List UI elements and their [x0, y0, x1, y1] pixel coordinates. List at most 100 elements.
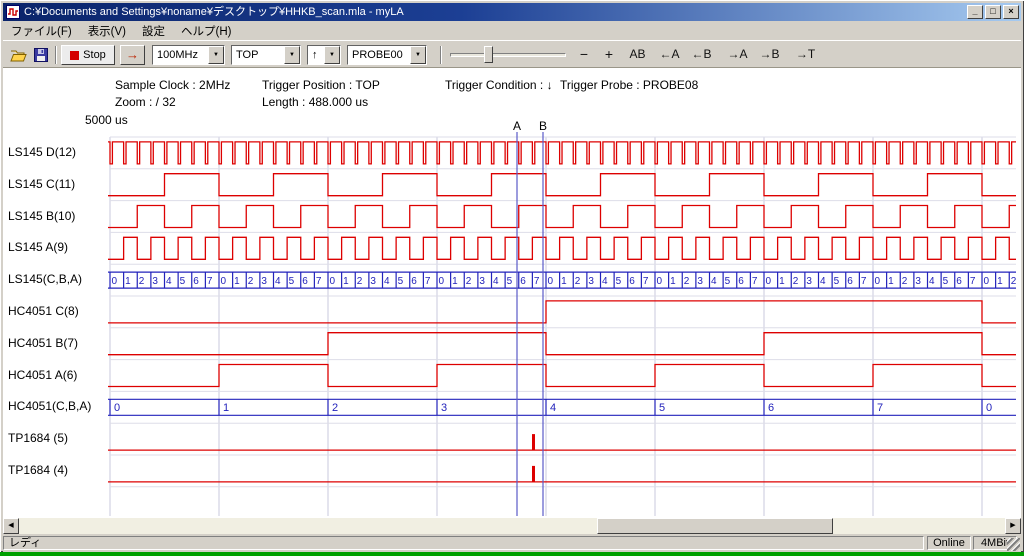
svg-text:2: 2	[575, 276, 581, 287]
svg-text:0: 0	[984, 276, 990, 287]
svg-text:3: 3	[441, 402, 447, 414]
goto-b-left-button[interactable]: ←B	[687, 45, 716, 65]
horizontal-scrollbar[interactable]: ◀ ▶	[3, 518, 1021, 534]
ab-cursor-button[interactable]: AB	[624, 45, 651, 65]
svg-text:5: 5	[616, 276, 622, 287]
status-ready-text: レディ	[3, 536, 924, 550]
minimize-button[interactable]: _	[967, 5, 983, 19]
menu-settings[interactable]: 設定	[134, 21, 173, 41]
svg-text:5: 5	[659, 402, 665, 414]
svg-text:4: 4	[550, 402, 556, 414]
svg-text:4: 4	[384, 276, 390, 287]
goto-b-right-button[interactable]: →B	[755, 45, 784, 65]
scrollbar-thumb[interactable]	[597, 518, 833, 534]
dropdown-arrow-icon[interactable]: ▼	[324, 46, 340, 64]
svg-text:2: 2	[793, 276, 799, 287]
zoom-slider-thumb[interactable]	[484, 46, 493, 63]
svg-text:0: 0	[986, 402, 992, 414]
svg-text:4: 4	[275, 276, 281, 287]
zoom-in-button[interactable]: +	[598, 45, 620, 65]
goto-a-left-button[interactable]: ←A	[655, 45, 684, 65]
svg-text:4: 4	[929, 276, 935, 287]
svg-text:2: 2	[248, 276, 254, 287]
svg-text:6: 6	[302, 276, 308, 287]
save-file-button[interactable]	[30, 44, 52, 66]
svg-text:0: 0	[657, 276, 663, 287]
menu-help[interactable]: ヘルプ(H)	[173, 21, 239, 41]
svg-text:7: 7	[970, 276, 976, 287]
svg-text:0: 0	[875, 276, 881, 287]
svg-text:7: 7	[534, 276, 540, 287]
svg-text:0: 0	[112, 276, 118, 287]
svg-text:5: 5	[507, 276, 513, 287]
svg-text:7: 7	[861, 276, 867, 287]
dropdown-arrow-icon[interactable]: ▼	[284, 46, 300, 64]
trigger-position-selected: TOP	[236, 49, 258, 62]
close-button[interactable]: ×	[1003, 5, 1019, 19]
svg-text:3: 3	[806, 276, 812, 287]
svg-text:4: 4	[820, 276, 826, 287]
trigger-probe-selected: PROBE00	[352, 49, 403, 62]
scroll-right-arrow-icon[interactable]: ▶	[1005, 518, 1021, 534]
waveform-panel: Sample Clock : 2MHz Trigger Position : T…	[3, 68, 1021, 518]
svg-text:1: 1	[670, 276, 676, 287]
trigger-probe-select[interactable]: PROBE00 ▼	[347, 45, 427, 65]
svg-text:0: 0	[439, 276, 445, 287]
status-bar: レディ Online 4MBit	[3, 534, 1021, 552]
svg-text:7: 7	[877, 402, 883, 414]
svg-text:1: 1	[343, 276, 349, 287]
svg-text:6: 6	[411, 276, 417, 287]
svg-text:3: 3	[697, 276, 703, 287]
app-window: C:¥Documents and Settings¥noname¥デスクトップ¥…	[0, 0, 1024, 552]
toolbar-separator	[440, 46, 442, 64]
title-bar[interactable]: C:¥Documents and Settings¥noname¥デスクトップ¥…	[3, 3, 1021, 21]
svg-text:7: 7	[425, 276, 431, 287]
svg-text:3: 3	[152, 276, 158, 287]
svg-text:2: 2	[466, 276, 472, 287]
menu-file[interactable]: ファイル(F)	[3, 21, 80, 41]
goto-trigger-button[interactable]: →T	[791, 45, 820, 65]
svg-text:1: 1	[561, 276, 567, 287]
svg-text:2: 2	[1011, 276, 1017, 287]
svg-text:7: 7	[643, 276, 649, 287]
open-file-button[interactable]	[7, 44, 29, 66]
menu-view[interactable]: 表示(V)	[80, 21, 134, 41]
svg-text:2: 2	[357, 276, 363, 287]
trigger-position-select[interactable]: TOP ▼	[231, 45, 301, 65]
svg-text:6: 6	[956, 276, 962, 287]
svg-text:6: 6	[520, 276, 526, 287]
dropdown-arrow-icon[interactable]: ▼	[410, 46, 426, 64]
maximize-button[interactable]: □	[985, 5, 1001, 19]
waveform-plot[interactable]: 0123456701234567012345670123456701234567…	[3, 68, 1021, 518]
trigger-edge-select[interactable]: ↑ ▼	[307, 45, 341, 65]
svg-text:7: 7	[207, 276, 213, 287]
svg-text:4: 4	[602, 276, 608, 287]
svg-text:2: 2	[902, 276, 908, 287]
svg-text:1: 1	[452, 276, 458, 287]
svg-text:5: 5	[289, 276, 295, 287]
svg-text:1: 1	[234, 276, 240, 287]
svg-text:4: 4	[166, 276, 172, 287]
scroll-left-arrow-icon[interactable]: ◀	[3, 518, 19, 534]
stop-icon	[70, 51, 79, 60]
svg-text:1: 1	[125, 276, 131, 287]
svg-text:0: 0	[221, 276, 227, 287]
resize-grip[interactable]	[1007, 538, 1020, 551]
zoom-slider-track[interactable]	[450, 53, 566, 57]
svg-text:5: 5	[180, 276, 186, 287]
svg-text:1: 1	[779, 276, 785, 287]
sample-clock-select[interactable]: 100MHz ▼	[152, 45, 225, 65]
floppy-icon	[33, 47, 49, 63]
svg-text:1: 1	[223, 402, 229, 414]
stop-button[interactable]: Stop	[61, 45, 115, 65]
svg-text:2: 2	[332, 402, 338, 414]
dropdown-arrow-icon[interactable]: ▼	[208, 46, 224, 64]
run-button[interactable]: →	[120, 45, 145, 65]
app-icon	[6, 5, 20, 19]
svg-text:6: 6	[768, 402, 774, 414]
svg-text:4: 4	[493, 276, 499, 287]
zoom-out-button[interactable]: −	[573, 45, 595, 65]
goto-a-right-button[interactable]: →A	[723, 45, 752, 65]
svg-text:7: 7	[752, 276, 758, 287]
svg-text:3: 3	[588, 276, 594, 287]
